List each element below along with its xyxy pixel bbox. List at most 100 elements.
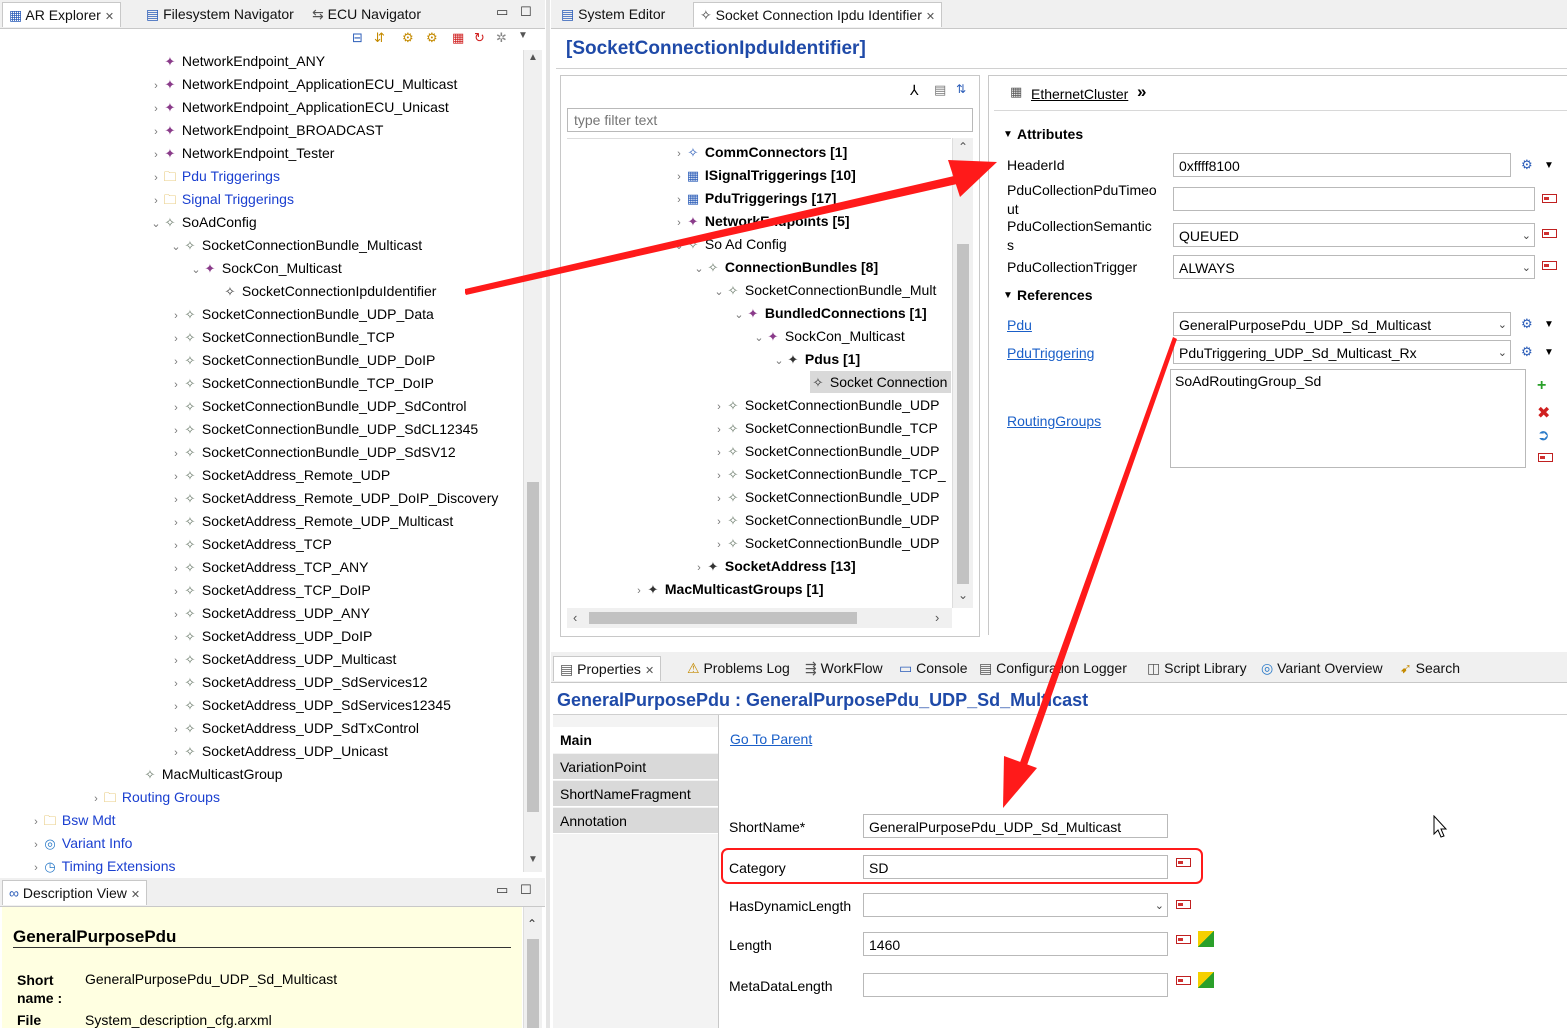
add-icon[interactable]: + [1537, 377, 1546, 395]
filter-icon[interactable]: ⚙ [402, 30, 414, 46]
tree-item[interactable]: › ▦ PduTriggerings [17] [673, 187, 836, 209]
outline-scrollbar-h[interactable]: ‹ › [567, 608, 952, 628]
expand-icon[interactable]: ▼ [1003, 129, 1013, 140]
tab-problems-log[interactable]: ⚠ Problems Log [681, 656, 796, 680]
header-id-input[interactable]: 0xffff8100 [1173, 153, 1511, 177]
tree-item[interactable]: › ✧ SocketConnectionBundle_TCP [170, 326, 395, 348]
tree-item[interactable]: › ✧ SocketConnectionBundle_UDP_SdControl [170, 395, 466, 417]
tree-item[interactable]: › ✧ SocketAddress_UDP_SdTxControl [170, 717, 419, 739]
unset-icon[interactable] [1542, 261, 1557, 270]
number-format-icon[interactable] [1198, 931, 1214, 947]
filter-settings-icon[interactable]: ⚙ [426, 30, 438, 46]
refresh-icon[interactable]: ↻ [474, 30, 485, 46]
unset-icon[interactable] [1542, 194, 1557, 203]
minimize-icon[interactable]: ▭ [496, 4, 508, 20]
tree-item[interactable]: › ✧ SocketAddress_TCP_DoIP [170, 579, 371, 601]
pdu-trigger-select[interactable]: ALWAYS ⌄ [1173, 255, 1535, 279]
references-header[interactable]: References [1017, 287, 1093, 303]
double-chevron-right-icon[interactable]: » [1137, 82, 1146, 102]
description-scrollbar[interactable]: ⌃ [523, 907, 542, 1028]
tab-search[interactable]: ➹ Search [1394, 656, 1466, 680]
pdu-select[interactable]: GeneralPurposePdu_UDP_Sd_Multicast ⌄ [1173, 312, 1511, 336]
tab-configuration-logger[interactable]: ▤ Configuration Logger [973, 656, 1133, 680]
tree-item[interactable]: › ✦ NetworkEndpoint_BROADCAST [150, 119, 383, 141]
unset-icon[interactable] [1542, 229, 1557, 238]
tree-item[interactable]: ⌄ ✧ ConnectionBundles [8] [693, 256, 878, 278]
tree-item[interactable]: › 🗀 Pdu Triggerings [150, 165, 280, 187]
tree-item[interactable]: ⌄ ✧ SocketConnectionBundle_Mult [713, 279, 936, 301]
chevron-down-icon[interactable]: ⌄ [1498, 341, 1507, 363]
expand-icon[interactable]: ▼ [1003, 290, 1013, 301]
tree-item[interactable]: › ✦ NetworkEndpoint_ApplicationECU_Multic… [150, 73, 457, 95]
tab-ar-explorer[interactable]: ▦ AR Explorer ✕ [2, 2, 122, 27]
pdu-semantics-select[interactable]: QUEUED ⌄ [1173, 223, 1535, 247]
tree-item[interactable]: › ✧ SocketAddress_TCP_ANY [170, 556, 368, 578]
go-to-parent-link[interactable]: Go To Parent [730, 731, 812, 747]
scrollbar-thumb[interactable] [527, 482, 539, 812]
maximize-icon[interactable]: ☐ [520, 4, 532, 20]
delete-icon[interactable]: ✖ [1537, 403, 1550, 423]
tab-socket-editor[interactable]: ✧ Socket Connection Ipdu Identifier ✕ [693, 2, 943, 27]
settings-icon[interactable]: ✲ [496, 30, 507, 46]
tree-item[interactable]: › ✧ SocketConnectionBundle_UDP [713, 532, 939, 554]
tree-item[interactable]: › ✦ NetworkEndpoint_Tester [150, 142, 334, 164]
tree-item[interactable]: ⌄ ✧ SocketConnectionBundle_Multicast [170, 234, 422, 256]
close-icon[interactable]: ✕ [926, 11, 935, 23]
tree-item[interactable]: › ✧ SocketAddress_Remote_UDP [170, 464, 390, 486]
unset-icon[interactable] [1176, 976, 1191, 985]
reference-icon[interactable]: ⚙ [1521, 157, 1533, 173]
tree-item[interactable]: › ✧ SocketConnectionBundle_UDP [713, 440, 939, 462]
view-menu-icon[interactable]: ▼ [518, 30, 528, 41]
scroll-up-icon[interactable]: ⌃ [527, 917, 537, 931]
tree-item[interactable]: › ✦ MacMulticastGroups [1] [633, 578, 823, 600]
meta-data-length-input[interactable] [863, 973, 1168, 997]
collapse-all-icon[interactable]: ⊟ [352, 30, 363, 46]
tree-item[interactable]: › ✧ SocketConnectionBundle_UDP_SdSV12 [170, 441, 455, 463]
tree-item[interactable]: › ✧ SocketAddress_Remote_UDP_DoIP_Discove… [170, 487, 498, 509]
close-icon[interactable]: ✕ [645, 665, 654, 677]
tree-item[interactable]: › ✦ NetworkEndpoint_ApplicationECU_Unicas… [150, 96, 449, 118]
tab-properties[interactable]: ▤ Properties ✕ [553, 656, 662, 681]
splitter[interactable] [546, 0, 550, 1028]
grid-icon[interactable]: ▦ [452, 30, 464, 46]
scroll-down-icon[interactable]: ⌄ [958, 588, 968, 602]
maximize-icon[interactable]: ☐ [520, 882, 532, 898]
tree-item[interactable]: › ✧ CommConnectors [1] [673, 141, 847, 163]
tab-description-view[interactable]: ∞ Description View ✕ [2, 880, 148, 905]
tree-item[interactable]: ⌄ ✦ SockCon_Multicast [753, 325, 904, 347]
tree-item[interactable]: › ✧ SocketConnectionBundle_UDP [713, 509, 939, 531]
tree-item[interactable]: › ✧ SocketAddress_UDP_ANY [170, 602, 370, 624]
tree-item[interactable]: › 🗀 Bsw Mdt [30, 809, 115, 831]
unset-icon[interactable] [1538, 453, 1553, 462]
tree-item[interactable]: › ✧ SocketAddress_UDP_DoIP [170, 625, 372, 647]
tree-item[interactable]: › ✦ SocketAddress [13] [693, 555, 855, 577]
scroll-left-icon[interactable]: ‹ [573, 610, 577, 625]
outline-scrollbar-v[interactable]: ⌃ ⌄ [952, 138, 973, 608]
tree-item[interactable]: › ◷ Timing Extensions [30, 855, 175, 876]
close-icon[interactable]: ✕ [131, 889, 140, 901]
tree-item[interactable]: › ✦ NetworkEndpoints [5] [673, 210, 849, 232]
dropdown-arrow-icon[interactable]: ▼ [1544, 347, 1554, 358]
minimize-icon[interactable]: ▭ [496, 882, 508, 898]
tree-item[interactable]: › ✧ SocketAddress_UDP_SdServices12345 [170, 694, 451, 716]
number-format-icon[interactable] [1198, 972, 1214, 988]
tree-item[interactable]: › ✧ SocketConnectionBundle_UDP [713, 486, 939, 508]
tree-item[interactable]: ⌄ ✦ SockCon_Multicast [190, 257, 341, 279]
scrollbar-thumb[interactable] [589, 612, 857, 624]
tree-item[interactable]: › ✧ SocketConnectionBundle_UDP [713, 394, 939, 416]
chevron-down-icon[interactable]: ⌄ [1498, 313, 1507, 335]
tree-item[interactable]: › ✧ SocketAddress_Remote_UDP_Multicast [170, 510, 453, 532]
tree-item[interactable]: ✧ SocketConnectionIpduIdentifier [210, 280, 437, 302]
pdu-triggering-select[interactable]: PduTriggering_UDP_Sd_Multicast_Rx ⌄ [1173, 340, 1511, 364]
has-dynamic-length-select[interactable]: ⌄ [863, 893, 1168, 917]
tree-item[interactable]: › ✧ SocketAddress_UDP_SdServices12 [170, 671, 427, 693]
tab-variant-overview[interactable]: ◎ Variant Overview [1255, 656, 1389, 680]
breadcrumb-ethernet-cluster[interactable]: EthernetCluster [1031, 86, 1128, 102]
tree-item[interactable]: ⌄ ✦ BundledConnections [1] [733, 302, 926, 324]
tree-item[interactable]: › ✧ SocketConnectionBundle_TCP_ [713, 463, 946, 485]
scrollbar-thumb[interactable] [527, 939, 539, 1028]
tree-item-selected[interactable]: ✧ Socket Connection [810, 371, 951, 393]
tree-item[interactable]: ✧ MacMulticastGroup [130, 763, 283, 785]
link-editor-icon[interactable]: ⇵ [374, 30, 385, 46]
length-input[interactable]: 1460 [863, 932, 1168, 956]
